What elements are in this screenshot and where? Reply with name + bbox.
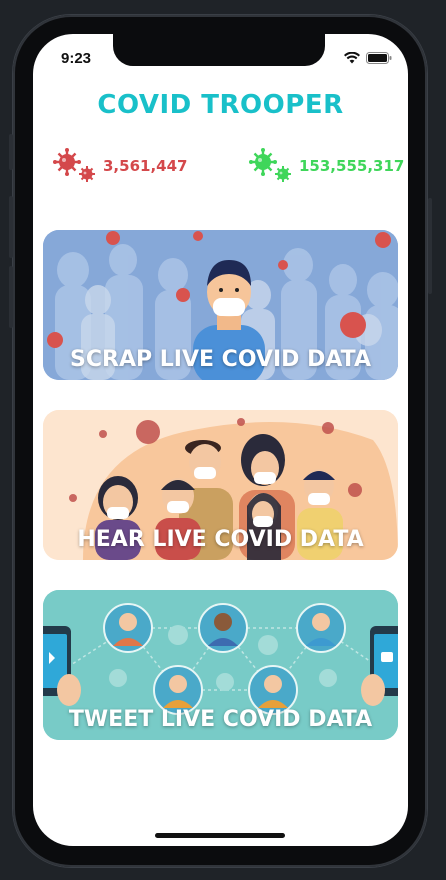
app-title: COVID TROOPER	[97, 90, 344, 120]
wifi-icon	[344, 52, 360, 64]
virus-icon	[53, 148, 95, 182]
scrap-card-label: SCRAP LIVE COVID DATA	[70, 347, 371, 372]
recovered-count: 153,555,317	[299, 157, 405, 175]
volume-down-button	[9, 266, 13, 328]
status-time: 9:23	[61, 50, 92, 67]
side-button	[9, 134, 13, 170]
status-icons	[344, 52, 392, 64]
notch	[113, 34, 325, 66]
scrap-data-card[interactable]: SCRAP LIVE COVID DATA	[43, 230, 398, 380]
volume-up-button	[9, 196, 13, 258]
hear-card-label: HEAR LIVE COVID DATA	[77, 527, 364, 552]
battery-icon	[366, 52, 392, 64]
deaths-stat: 3,561,447	[53, 148, 187, 184]
app-screen: 9:23 COVID TROOPER 3,561,447 153,555,317…	[33, 34, 408, 846]
power-button	[428, 198, 432, 294]
recovered-stat: 153,555,317	[249, 148, 404, 184]
virus-icon	[249, 148, 291, 182]
tweet-data-card[interactable]: TWEET LIVE COVID DATA	[43, 590, 398, 740]
home-indicator[interactable]	[155, 833, 285, 838]
hear-data-card[interactable]: HEAR LIVE COVID DATA	[43, 410, 398, 560]
tweet-card-label: TWEET LIVE COVID DATA	[68, 707, 373, 732]
deaths-count: 3,561,447	[103, 157, 188, 175]
